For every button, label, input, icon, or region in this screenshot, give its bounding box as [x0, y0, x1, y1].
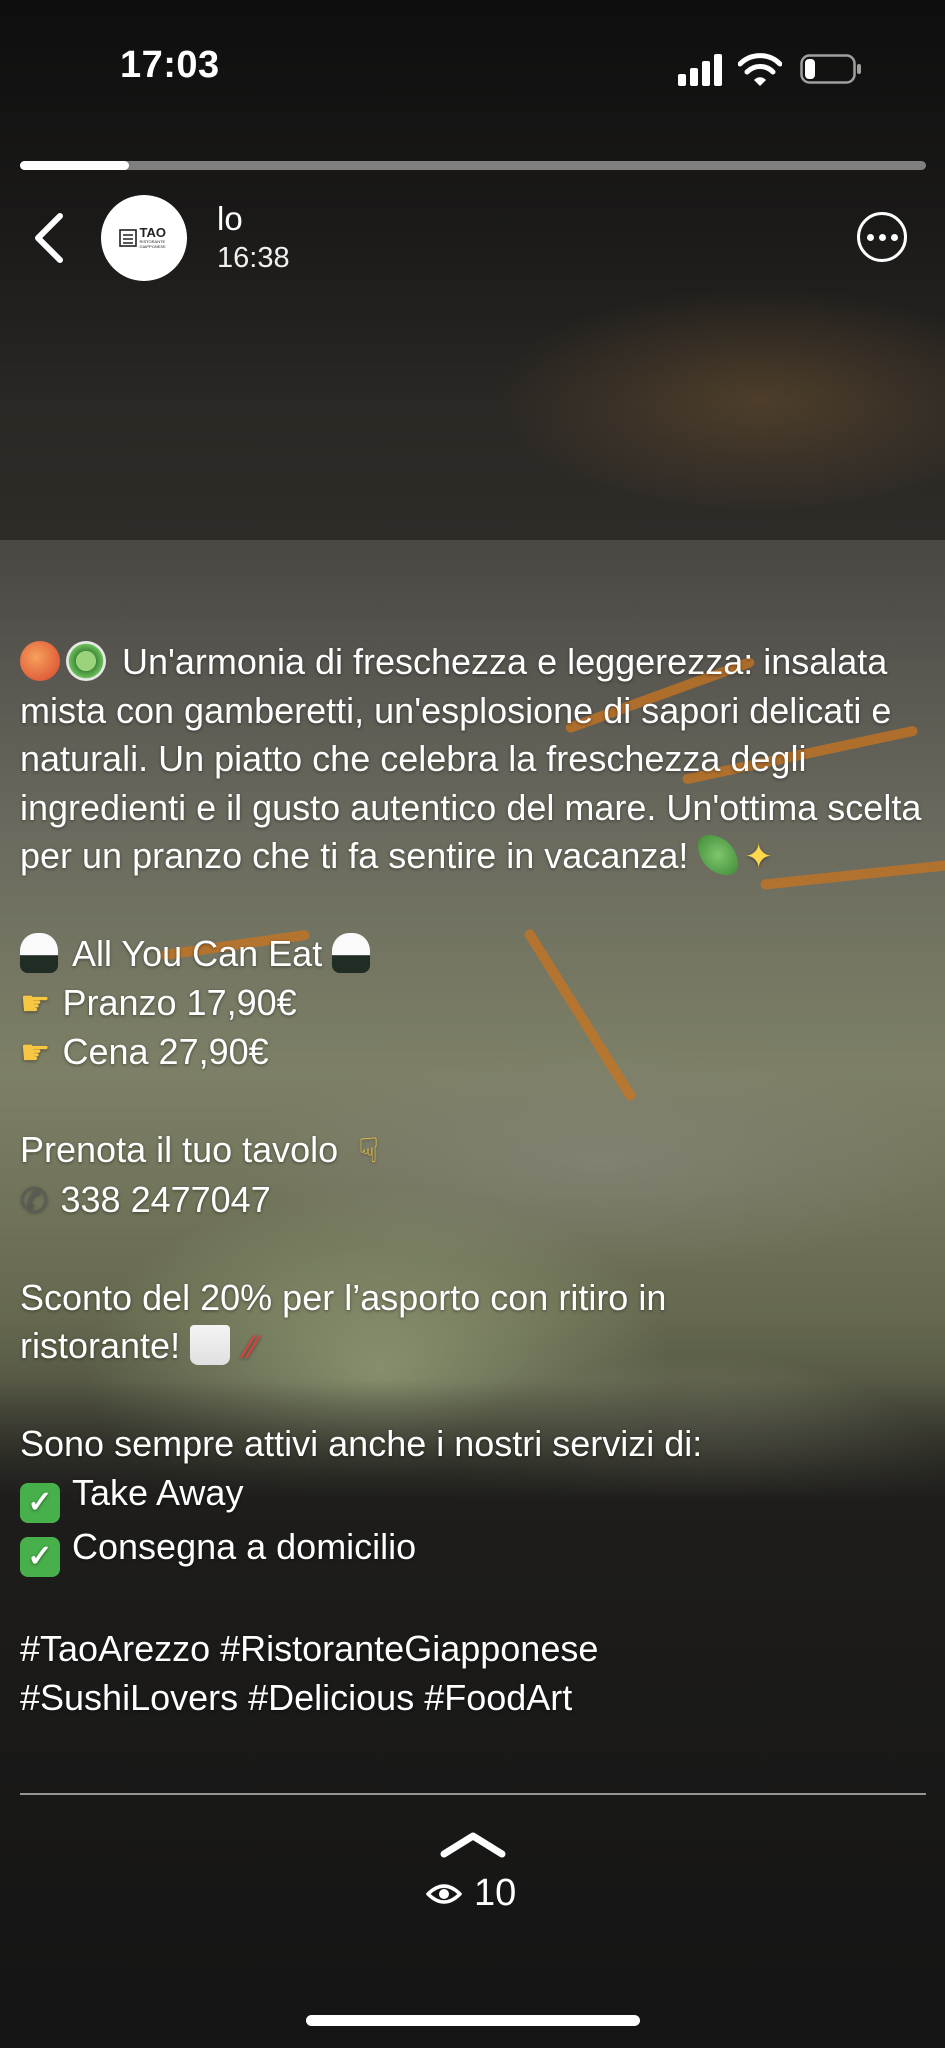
rice-ball-icon: [332, 933, 371, 973]
check-mark-icon: ✓: [20, 1482, 60, 1523]
salad-icon: [66, 641, 106, 681]
avatar-logo: TAO RISTORANTE GIAPPONESE: [118, 225, 170, 249]
service-takeaway-line: ✓ Take Away: [20, 1469, 925, 1523]
lunch-price: Pranzo 17,90€: [62, 981, 297, 1023]
booking-line: Prenota il tuo tavolo ☟: [20, 1126, 925, 1176]
rice-ball-icon: [20, 933, 58, 973]
lunch-price-line: ☛ Pranzo 17,90€: [20, 979, 925, 1029]
chevron-up-icon[interactable]: [438, 1826, 508, 1862]
booking-prompt: Prenota il tuo tavolo: [20, 1129, 339, 1170]
author-name[interactable]: lo: [217, 200, 243, 238]
hashtags-line-2[interactable]: #SushiLovers #Delicious #FoodArt: [20, 1674, 925, 1723]
views-count: 10: [474, 1872, 517, 1914]
services-intro: Sono sempre attivi anche i nostri serviz…: [20, 1423, 703, 1464]
more-icon[interactable]: [857, 212, 907, 262]
shrimp-icon: [20, 641, 60, 681]
battery-icon: [800, 54, 861, 84]
dinner-price-line: ☛ Cena 27,90€: [20, 1028, 925, 1078]
pointing-hand-icon: ☛: [20, 984, 51, 1023]
dinner-price: Cena 27,90€: [62, 1031, 269, 1072]
chopsticks-icon: ⁄⁄: [246, 1329, 257, 1365]
discount-text-2: ristorante!: [20, 1325, 181, 1366]
phone-number[interactable]: 338 2477047: [61, 1179, 271, 1220]
services-intro-line: Sono sempre attivi anche i nostri serviz…: [20, 1420, 925, 1469]
takeout-box-icon: [190, 1325, 231, 1365]
avatar[interactable]: TAO RISTORANTE GIAPPONESE: [101, 195, 187, 281]
views-counter[interactable]: 10: [426, 1872, 516, 1915]
discount-line-2: ristorante! ⁄⁄: [20, 1322, 925, 1372]
check-mark-icon: ✓: [20, 1536, 60, 1577]
cellular-signal-icon: [678, 54, 722, 86]
herb-icon: [698, 835, 739, 875]
home-indicator[interactable]: [306, 2015, 640, 2026]
wifi-icon: [738, 53, 782, 86]
service-delivery: Consegna a domicilio: [72, 1525, 417, 1567]
phone-line: ✆ 338 2477047: [20, 1176, 925, 1226]
status-time: 17:03: [120, 44, 220, 86]
hashtags-2[interactable]: #SushiLovers #Delicious #FoodArt: [20, 1677, 572, 1718]
caption-intro: Un'armonia di freschezza e leggerezza: i…: [20, 638, 925, 882]
sparkles-icon: ✦: [744, 838, 773, 876]
pointing-down-hand-icon: ☟: [358, 1132, 379, 1170]
divider: [20, 1793, 926, 1795]
post-time: 16:38: [217, 242, 290, 274]
story-progress-bar: [20, 161, 926, 170]
discount-line: Sconto del 20% per l’asporto con ritiro …: [20, 1274, 925, 1323]
caption-intro-text: Un'armonia di freschezza e leggerezza: i…: [20, 641, 922, 876]
pointing-hand-icon: ☛: [20, 1034, 51, 1072]
restaurant-logo-icon: [118, 229, 137, 247]
avatar-logo-text: TAO: [139, 225, 166, 240]
eye-icon: [426, 1883, 462, 1904]
hashtags-1[interactable]: #TaoArezzo #RistoranteGiapponese: [20, 1628, 598, 1669]
hashtags-line-1[interactable]: #TaoArezzo #RistoranteGiapponese: [20, 1625, 925, 1674]
story-caption: Un'armonia di freschezza e leggerezza: i…: [20, 638, 925, 1722]
avatar-logo-subtext: RISTORANTE GIAPPONESE: [139, 239, 166, 249]
telephone-icon: ✆: [20, 1181, 49, 1220]
story-progress-fill: [20, 161, 129, 170]
discount-text-1: Sconto del 20% per l’asporto con ritiro …: [20, 1276, 667, 1318]
service-delivery-line: ✓ Consegna a domicilio: [20, 1523, 925, 1577]
chevron-left-icon[interactable]: [28, 212, 72, 264]
service-takeaway: Take Away: [72, 1471, 244, 1513]
ayce-title: All You Can Eat: [72, 933, 323, 974]
ayce-line: All You Can Eat: [20, 930, 925, 979]
